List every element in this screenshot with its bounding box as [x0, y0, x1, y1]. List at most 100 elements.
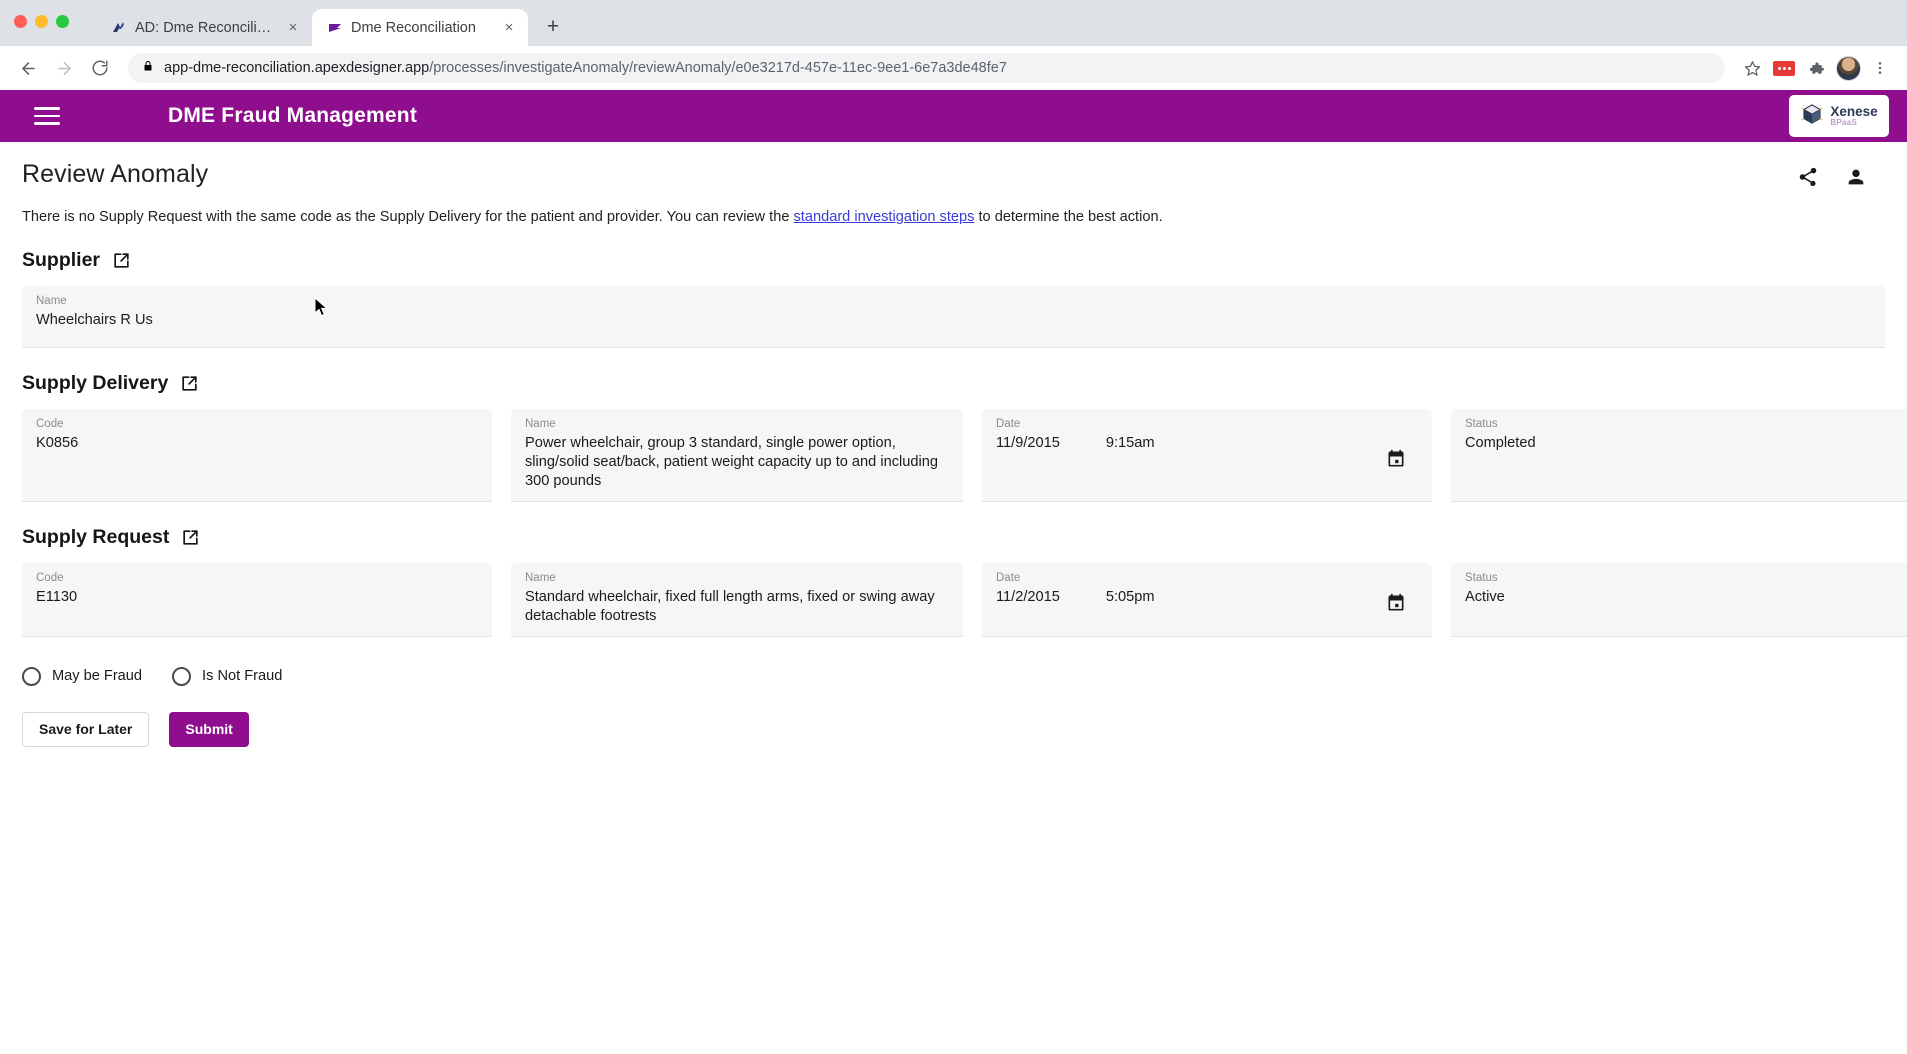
apexdesigner-icon [110, 19, 127, 36]
app-title: DME Fraud Management [168, 104, 418, 127]
radio-option-may-be-fraud[interactable]: May be Fraud [22, 666, 143, 686]
supply-request-date-field[interactable]: Date 11/2/2015 5:05pm [982, 562, 1432, 637]
tab-strip: AD: Dme Reconciliation × Dme Reconciliat… [0, 0, 1907, 46]
supply-delivery-date-label: Date [996, 418, 1021, 430]
new-tab-button[interactable]: + [538, 12, 568, 42]
supplier-fields: Name Wheelchairs R Us [22, 286, 1885, 348]
supply-delivery-code-value: K0856 [36, 435, 79, 451]
intro-text-after: to determine the best action. [974, 209, 1163, 225]
share-icon[interactable] [1797, 166, 1819, 188]
reload-button[interactable] [84, 52, 116, 84]
supply-request-name-field[interactable]: Name Standard wheelchair, fixed full len… [511, 562, 963, 637]
maximize-window-button[interactable] [56, 15, 69, 28]
page-title: Review Anomaly [22, 160, 209, 188]
hamburger-menu-icon[interactable] [34, 107, 60, 125]
page-header-row: Review Anomaly [22, 160, 1885, 189]
save-for-later-button[interactable]: Save for Later [22, 711, 150, 747]
brand-text: Xenese BPaaS [1830, 105, 1877, 127]
supply-request-date-value: 11/2/2015 [996, 588, 1060, 605]
supply-request-fields: Code E1130 Name Standard wheelchair, fix… [22, 562, 1907, 637]
supply-delivery-status-label: Status [1465, 418, 1498, 430]
intro-text-before: There is no Supply Request with the same… [22, 209, 794, 225]
supplier-name-label: Name [36, 295, 67, 307]
browser-tab-2[interactable]: Dme Reconciliation × [312, 9, 528, 46]
supplier-name-field[interactable]: Name Wheelchairs R Us [22, 286, 1885, 348]
supply-request-date-label: Date [996, 571, 1021, 584]
section-supply-delivery-title: Supply Delivery [22, 372, 169, 394]
standard-investigation-steps-link[interactable]: standard investigation steps [794, 209, 975, 225]
toolbar-actions [1737, 53, 1895, 83]
radio-option-is-not-fraud[interactable]: Is Not Fraud [172, 666, 283, 686]
browser-tab-1[interactable]: AD: Dme Reconciliation × [96, 9, 312, 46]
supply-delivery-date-inner: 11/9/2015 9:15am [996, 434, 1418, 453]
browser-tab-1-close-icon[interactable]: × [284, 19, 302, 37]
address-bar-host: app-dme-reconciliation.apexdesigner.app [164, 60, 430, 76]
app-header: DME Fraud Management Xenese BPaaS [0, 90, 1907, 142]
back-button[interactable] [12, 52, 44, 84]
page-content: Review Anomaly There is no Supply Reques… [0, 142, 1907, 747]
account-icon[interactable] [1845, 166, 1867, 188]
brand-sub: BPaaS [1830, 117, 1858, 127]
supply-request-status-value: Active [1465, 588, 1505, 605]
chrome-menu-icon[interactable] [1865, 53, 1895, 83]
supply-delivery-fields: Code K0856 Name Power wheelchair, group … [22, 409, 1907, 502]
supplier-name-value: Wheelchairs R Us [36, 312, 153, 328]
supply-request-time-value: 5:05pm [1105, 588, 1155, 605]
brand-name: Xenese [1830, 104, 1878, 120]
lock-icon [142, 59, 154, 77]
radio-label-is-not-fraud: Is Not Fraud [202, 668, 283, 685]
minimize-window-button[interactable] [35, 15, 48, 28]
supply-delivery-status-value: Completed [1465, 435, 1536, 451]
fraud-decision-group: May be Fraud Is Not Fraud [22, 666, 1885, 686]
radio-button-is-not-fraud[interactable] [172, 666, 192, 686]
open-in-new-icon[interactable] [180, 374, 199, 393]
supply-request-status-label: Status [1465, 571, 1498, 584]
supply-request-code-value: E1130 [36, 588, 78, 605]
address-bar-path: /processes/investigateAnomaly/reviewAnom… [429, 60, 1007, 76]
section-supplier-title: Supplier [22, 249, 101, 271]
open-in-new-icon[interactable] [112, 251, 131, 270]
brand-logo: Xenese BPaaS [1789, 95, 1889, 137]
browser-tab-2-title: Dme Reconciliation [351, 19, 476, 36]
address-bar[interactable]: app-dme-reconciliation.apexdesigner.app/… [128, 53, 1725, 83]
supply-request-code-label: Code [36, 571, 64, 584]
open-in-new-icon[interactable] [181, 528, 200, 547]
supply-request-date-inner: 11/2/2015 5:05pm [996, 588, 1418, 607]
section-supply-delivery-header: Supply Delivery [22, 372, 1885, 395]
close-window-button[interactable] [14, 15, 27, 28]
window-controls[interactable] [14, 15, 69, 28]
supply-delivery-name-label: Name [525, 418, 556, 430]
extensions-puzzle-icon[interactable] [1801, 53, 1831, 83]
supply-delivery-name-value: Power wheelchair, group 3 standard, sing… [525, 435, 938, 489]
supply-request-name-value: Standard wheelchair, fixed full length a… [525, 588, 935, 624]
supply-request-code-field[interactable]: Code E1130 [22, 562, 492, 637]
supply-delivery-date-field[interactable]: Date 11/9/2015 9:15am [982, 409, 1432, 502]
intro-text: There is no Supply Request with the same… [22, 209, 1885, 225]
address-bar-url: app-dme-reconciliation.apexdesigner.app/… [164, 60, 1007, 76]
browser-tab-2-close-icon[interactable]: × [500, 19, 518, 37]
supply-request-name-label: Name [525, 571, 556, 584]
flag-icon [326, 19, 343, 36]
supply-delivery-code-label: Code [36, 418, 64, 430]
profile-avatar[interactable] [1833, 53, 1863, 83]
cube-logo-icon [1800, 102, 1824, 131]
section-supply-request-title: Supply Request [22, 525, 170, 548]
calendar-icon[interactable] [1386, 593, 1406, 618]
extension-red-icon[interactable] [1769, 53, 1799, 83]
supply-request-status-field[interactable]: Status Active [1451, 562, 1907, 637]
submit-button[interactable]: Submit [169, 711, 249, 747]
section-supply-request-header: Supply Request [22, 526, 1885, 549]
forward-button[interactable] [48, 52, 80, 84]
bookmark-star-icon[interactable] [1737, 53, 1767, 83]
page-actions [1797, 160, 1885, 188]
radio-button-may-be-fraud[interactable] [22, 666, 41, 686]
radio-label-may-be-fraud: May be Fraud [52, 668, 143, 685]
supply-delivery-name-field[interactable]: Name Power wheelchair, group 3 standard,… [511, 409, 963, 502]
supply-delivery-date-value: 11/9/2015 [996, 435, 1060, 451]
form-actions: Save for Later Submit [22, 711, 1885, 747]
calendar-icon[interactable] [1386, 449, 1406, 474]
section-supplier-header: Supplier [22, 249, 1885, 272]
browser-tab-1-title: AD: Dme Reconciliation [135, 19, 276, 36]
supply-delivery-code-field[interactable]: Code K0856 [22, 409, 492, 502]
supply-delivery-status-field[interactable]: Status Completed [1451, 409, 1907, 502]
